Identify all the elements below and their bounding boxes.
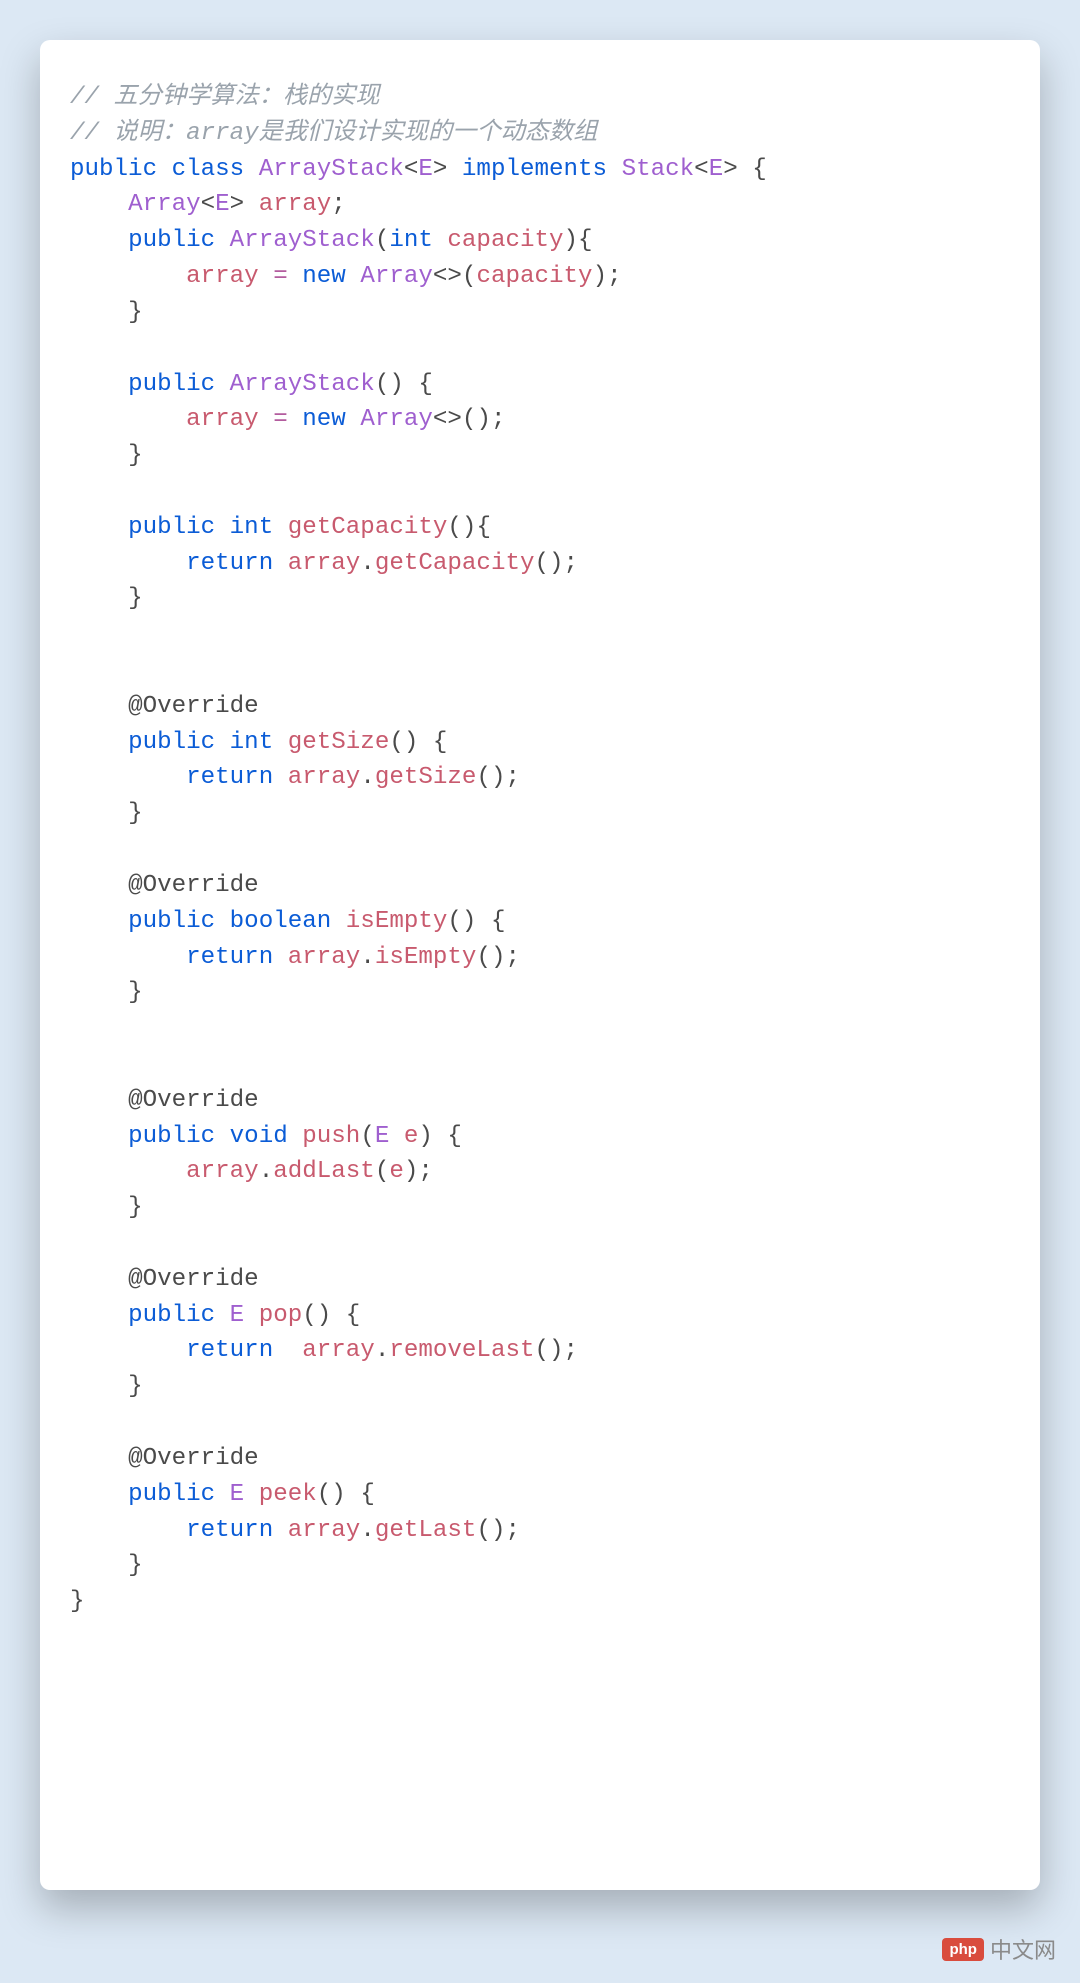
annotation: @Override xyxy=(128,1445,259,1472)
annotation: @Override xyxy=(128,872,259,899)
method-call: removeLast xyxy=(389,1337,534,1364)
code-card: // 五分钟学算法：栈的实现 // 说明：array是我们设计实现的一个动态数组… xyxy=(40,40,1040,1890)
watermark-text: 中文网 xyxy=(990,1933,1056,1965)
method-call: getSize xyxy=(375,764,477,791)
constructor: ArrayStack xyxy=(230,371,375,398)
watermark: php 中文网 xyxy=(942,1933,1056,1965)
annotation: @Override xyxy=(128,1087,259,1114)
method: getCapacity xyxy=(288,514,448,541)
constructor: ArrayStack xyxy=(230,227,375,254)
comment-line: // 五分钟学算法：栈的实现 xyxy=(70,84,380,111)
method-call: isEmpty xyxy=(375,944,477,971)
code-block: // 五分钟学算法：栈的实现 // 说明：array是我们设计实现的一个动态数组… xyxy=(70,80,1010,1620)
class-name: ArrayStack xyxy=(259,156,404,183)
method-call: getLast xyxy=(375,1517,477,1544)
kw: class xyxy=(172,156,245,183)
php-logo-icon: php xyxy=(942,1938,984,1961)
method: push xyxy=(302,1123,360,1150)
kw: public xyxy=(70,156,157,183)
param: e xyxy=(404,1123,419,1150)
method: pop xyxy=(259,1302,303,1329)
method-call: getCapacity xyxy=(375,550,535,577)
param: capacity xyxy=(447,227,563,254)
annotation: @Override xyxy=(128,1266,259,1293)
class-name: Stack xyxy=(622,156,695,183)
method: getSize xyxy=(288,729,390,756)
type: Array xyxy=(128,191,201,218)
annotation: @Override xyxy=(128,693,259,720)
method: isEmpty xyxy=(346,908,448,935)
method-call: addLast xyxy=(273,1158,375,1185)
comment-line: // 说明：array是我们设计实现的一个动态数组 xyxy=(70,120,597,147)
field: array xyxy=(259,191,332,218)
method: peek xyxy=(259,1481,317,1508)
